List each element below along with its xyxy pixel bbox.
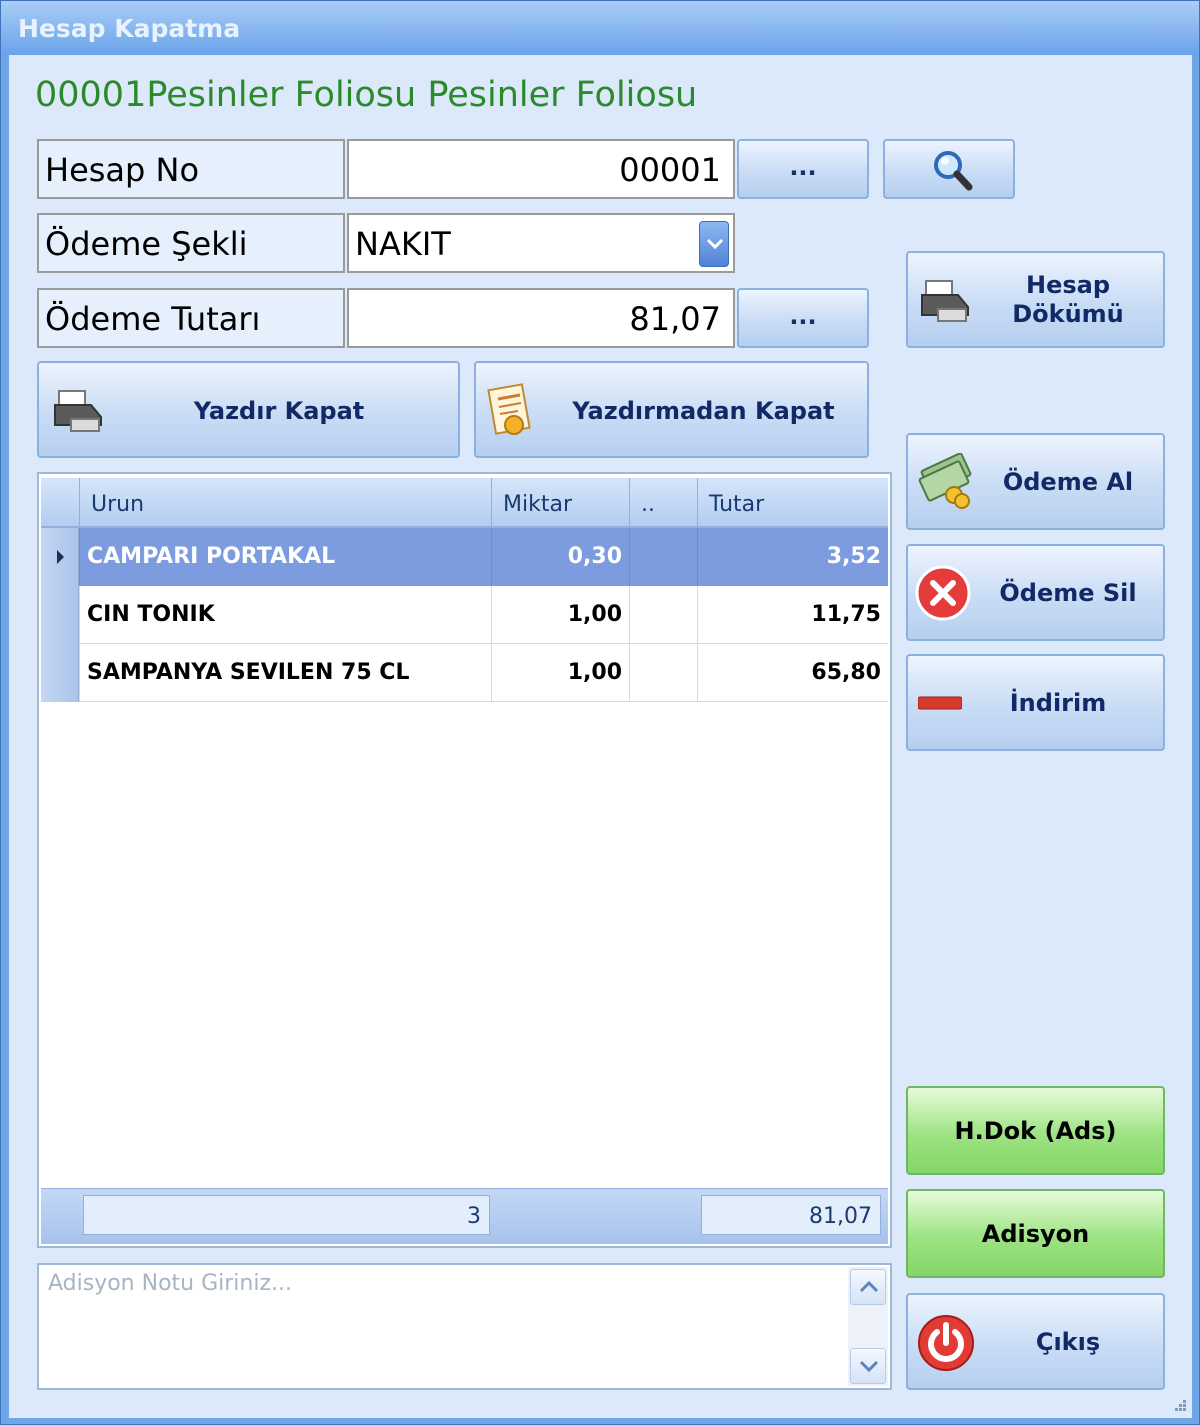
adisyon-button[interactable]: Adisyon bbox=[906, 1189, 1165, 1278]
hesap-no-label: Hesap No bbox=[37, 139, 345, 199]
receipt-icon bbox=[487, 383, 531, 435]
cell-extra bbox=[629, 528, 697, 586]
grid-footer: 3 81,07 bbox=[41, 1188, 888, 1244]
cell-miktar: 1,00 bbox=[491, 644, 629, 702]
note-scrollbar[interactable] bbox=[848, 1267, 888, 1386]
cell-extra bbox=[629, 586, 697, 644]
grid-header: Urun Miktar .. Tutar bbox=[41, 478, 888, 528]
row-indicator bbox=[41, 528, 79, 586]
cell-extra bbox=[629, 644, 697, 702]
column-header-tutar[interactable]: Tutar bbox=[697, 478, 888, 528]
cell-urun: SAMPANYA SEVILEN 75 CL bbox=[79, 644, 491, 702]
yazdir-kapat-button[interactable]: Yazdır Kapat bbox=[37, 361, 460, 458]
indirim-button[interactable]: İndirim bbox=[906, 654, 1165, 751]
hesap-dokumu-label-line2: Dökümü bbox=[1012, 300, 1124, 328]
table-row[interactable]: CAMPARI PORTAKAL 0,30 3,52 bbox=[41, 528, 888, 586]
adisyon-note-input[interactable]: Adisyon Notu Giriniz... bbox=[37, 1263, 892, 1390]
minus-icon bbox=[918, 696, 962, 710]
cell-miktar: 1,00 bbox=[491, 586, 629, 644]
chevron-down-icon bbox=[859, 1360, 879, 1372]
footer-count: 3 bbox=[83, 1195, 490, 1235]
table-row[interactable]: CIN TONIK 1,00 11,75 bbox=[41, 586, 888, 644]
indirim-label: İndirim bbox=[1009, 689, 1107, 717]
row-indicator bbox=[41, 644, 79, 702]
odeme-tutari-browse-button[interactable]: ... bbox=[737, 288, 869, 348]
yazdirmadan-kapat-label: Yazdırmadan Kapat bbox=[572, 397, 835, 425]
hesap-no-browse-button[interactable]: ... bbox=[737, 139, 869, 199]
cell-miktar: 0,30 bbox=[491, 528, 629, 586]
odeme-sekli-value: NAKIT bbox=[355, 225, 451, 263]
dropdown-button[interactable] bbox=[699, 221, 729, 267]
column-header-urun[interactable]: Urun bbox=[79, 478, 491, 528]
column-header-miktar[interactable]: Miktar bbox=[491, 478, 629, 528]
money-icon bbox=[918, 453, 972, 509]
scroll-down-button[interactable] bbox=[850, 1348, 886, 1384]
resize-grip-icon[interactable] bbox=[1171, 1396, 1187, 1412]
yazdirmadan-kapat-button[interactable]: Yazdırmadan Kapat bbox=[474, 361, 869, 458]
cell-tutar: 65,80 bbox=[697, 644, 888, 702]
hesap-kapatma-window: Hesap Kapatma 00001Pesinler Foliosu Pesi… bbox=[0, 0, 1200, 1425]
cikis-button[interactable]: Çıkış bbox=[906, 1293, 1165, 1390]
odeme-sekli-label: Ödeme Şekli bbox=[37, 213, 345, 273]
odeme-sil-button[interactable]: Ödeme Sil bbox=[906, 544, 1165, 641]
cell-tutar: 11,75 bbox=[697, 586, 888, 644]
magnifier-icon bbox=[934, 151, 973, 191]
scroll-up-button[interactable] bbox=[850, 1269, 886, 1305]
power-icon bbox=[918, 1315, 974, 1371]
cell-tutar: 3,52 bbox=[697, 528, 888, 586]
odeme-tutari-field[interactable]: 81,07 bbox=[347, 288, 735, 348]
yazdir-kapat-label: Yazdır Kapat bbox=[193, 397, 365, 425]
search-button[interactable] bbox=[883, 139, 1015, 199]
chevron-down-icon bbox=[706, 238, 724, 250]
title-bar[interactable]: Hesap Kapatma bbox=[1, 1, 1199, 55]
hesap-dokumu-button[interactable]: Hesap Dökümü bbox=[906, 251, 1165, 348]
red-x-icon bbox=[915, 565, 971, 621]
printer-icon bbox=[921, 280, 969, 322]
odeme-sil-label: Ödeme Sil bbox=[999, 579, 1137, 607]
current-row-arrow-icon bbox=[57, 550, 64, 564]
hdok-ads-label: H.Dok (Ads) bbox=[954, 1117, 1117, 1145]
table-row[interactable]: SAMPANYA SEVILEN 75 CL 1,00 65,80 bbox=[41, 644, 888, 702]
printer-icon bbox=[54, 390, 102, 432]
cell-urun: CAMPARI PORTAKAL bbox=[79, 528, 491, 586]
hesap-dokumu-label-line1: Hesap bbox=[1025, 271, 1111, 299]
row-indicator bbox=[41, 586, 79, 644]
window-title: Hesap Kapatma bbox=[18, 14, 241, 43]
row-indicator-header bbox=[41, 478, 79, 528]
hdok-ads-button[interactable]: H.Dok (Ads) bbox=[906, 1086, 1165, 1175]
chevron-up-icon bbox=[859, 1281, 879, 1293]
odeme-al-button[interactable]: Ödeme Al bbox=[906, 433, 1165, 530]
odeme-tutari-label: Ödeme Tutarı bbox=[37, 288, 345, 348]
account-heading: 00001Pesinler Foliosu Pesinler Foliosu bbox=[35, 75, 698, 115]
cell-urun: CIN TONIK bbox=[79, 586, 491, 644]
column-header-extra[interactable]: .. bbox=[629, 478, 697, 528]
footer-total: 81,07 bbox=[701, 1195, 881, 1235]
cikis-label: Çıkış bbox=[1035, 1328, 1101, 1356]
items-grid: Urun Miktar .. Tutar CAMPARI PORTAKAL 0,… bbox=[37, 472, 892, 1248]
hesap-no-field[interactable]: 00001 bbox=[347, 139, 735, 199]
adisyon-label: Adisyon bbox=[981, 1220, 1090, 1248]
note-placeholder: Adisyon Notu Giriniz... bbox=[48, 1271, 292, 1296]
odeme-sekli-select[interactable]: NAKIT bbox=[347, 213, 735, 273]
odeme-al-label: Ödeme Al bbox=[1002, 468, 1134, 496]
